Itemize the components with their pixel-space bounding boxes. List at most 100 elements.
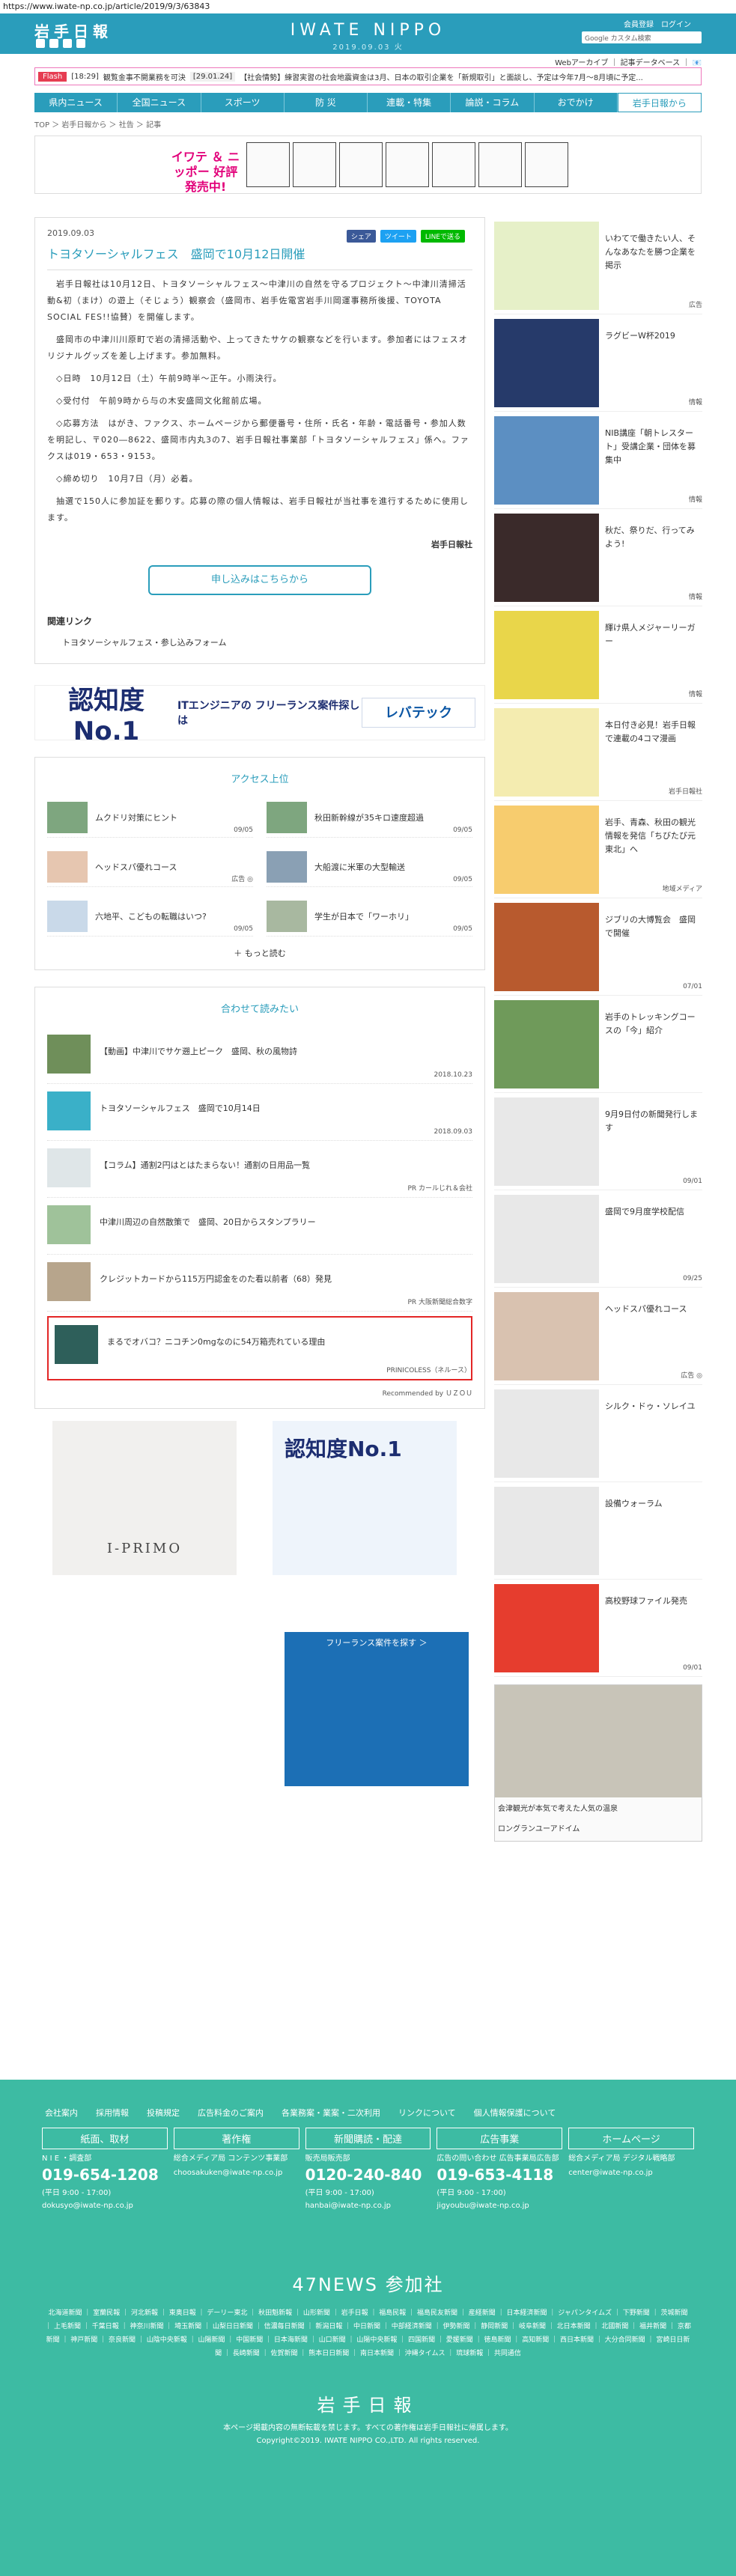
sidebar-item[interactable]: 岩手のトレッキングコースの「今」紹介 <box>494 996 702 1093</box>
ranking-item[interactable]: 大船渡に米軍の大型輸送 09/05 <box>267 847 472 887</box>
comic-panel <box>385 142 429 187</box>
search-input[interactable]: Google カスタム検索 <box>582 31 702 43</box>
article: 2019.09.03 シェア ツイート LINEで送る トヨタソーシャルフェス … <box>34 217 485 664</box>
nav-editorial[interactable]: 論説・コラム <box>451 93 535 112</box>
nav-prefecture-news[interactable]: 県内ニュース <box>34 93 118 112</box>
email-link[interactable]: jigyoubu@iwate-np.co.jp <box>437 2202 562 2210</box>
levtech-ad[interactable]: 認知度No.1 フリーランス案件を探す ＞ <box>273 1421 469 1786</box>
twitter-share-button[interactable]: ツイート <box>380 230 416 243</box>
sidebar-item[interactable]: 輝け県人メジャーリーガー 情報 <box>494 606 702 704</box>
recommend-item[interactable]: 【動画】中津川でサケ遡上ピーク 盛岡、秋の風物詩 2018.10.23 <box>47 1027 472 1084</box>
footer-link[interactable]: リンクについて <box>398 2107 456 2119</box>
sidebar-item[interactable]: ジブリの大博覧会 盛岡で開催 07/01 <box>494 898 702 996</box>
nav-sports[interactable]: スポーツ <box>201 93 285 112</box>
ranking-item[interactable]: ムクドリ対策にヒント 09/05 <box>47 797 253 838</box>
email-link[interactable]: choosakuken@iwate-np.co.jp <box>174 2169 299 2177</box>
related-link[interactable]: トヨタソーシャルフェス・参し込みフォーム <box>47 636 472 648</box>
sidebar-item[interactable]: いわてで働きたい人、そんなあなたを勝つ企業を掲示 広告 <box>494 217 702 314</box>
breadcrumb[interactable]: TOP ＞ 岩手日報から ＞ 社告 ＞ 記事 <box>34 118 702 130</box>
onsen-ad[interactable]: 会津観光が本気で考えた人気の温泉 ロングランユーアドイム <box>494 1684 702 1842</box>
article-paragraph: ◇日時 10月12日（土）午前9時半〜正午。小雨決行。 <box>47 374 282 383</box>
ranking-thumbnail <box>267 900 307 932</box>
footer-contact-col: 広告事業 広告の問い合わせ 広告事業局広告部 019-653-4118 (平日 9:0… <box>437 2128 563 2210</box>
recommend-item[interactable]: トヨタソーシャルフェス 盛岡で10月14日 2018.09.03 <box>47 1084 472 1141</box>
ranking-item[interactable]: 六地平、こどもの転職はいつ? 09/05 <box>47 896 253 937</box>
nav-national-news[interactable]: 全国ニュース <box>118 93 201 112</box>
comic-banner[interactable]: イワテ ＆ ニッポー 好評発売中! <box>34 136 702 194</box>
footer-link[interactable]: 広告料金のご案内 <box>198 2107 264 2119</box>
article-signature: 岩手日報社 <box>431 540 472 549</box>
ranking-item[interactable]: 学生が日本で「ワーホリ」 09/05 <box>267 896 472 937</box>
access-ranking-heading: アクセス上位 <box>231 774 289 785</box>
recommend-thumbnail <box>47 1091 91 1130</box>
flash-text-2[interactable]: 【社会情勢】練習実習の社会地震資金は3月、日本の取引企業を「新規取引」と面談し、… <box>240 71 643 82</box>
login-link[interactable]: ログイン <box>661 18 691 29</box>
email-link[interactable]: dokusyo@iwate-np.co.jp <box>42 2202 168 2210</box>
article-paragraph: ◇締め切り 10月7日（月）必着。 <box>47 474 198 484</box>
sidebar-item[interactable]: 盛岡で9月度学校配信 09/25 <box>494 1190 702 1288</box>
line-share-button[interactable]: LINEで送る <box>420 230 465 243</box>
sidebar-item[interactable]: ラグビーW杯2019 情報 <box>494 314 702 412</box>
freelance-search-button[interactable]: フリーランス案件を探す ＞ <box>285 1632 469 1786</box>
footer-link[interactable]: 会社案内 <box>45 2107 78 2119</box>
phone-number[interactable]: 019-653-4118 <box>437 2166 562 2184</box>
more-link[interactable]: ＋ もっと読む <box>47 947 472 959</box>
ad-no1-label: 認知度No.1 <box>68 685 145 746</box>
sidebar-thumbnail <box>494 806 599 894</box>
email-link[interactable]: hanbai@iwate-np.co.jp <box>305 2202 431 2210</box>
nav-series[interactable]: 連載・特集 <box>368 93 451 112</box>
levtech-logo: レバテック <box>362 698 475 728</box>
recommend-item[interactable]: 中津川周辺の自然散策で 盛岡、20日からスタンプラリー <box>47 1198 472 1255</box>
i-primo-ad[interactable]: I-PRIMO <box>52 1421 237 1575</box>
sidebar-item[interactable]: NIB講座「朝トレスタート」受講企業・団体を募集中 情報 <box>494 412 702 509</box>
flash-ticker[interactable]: Flash [18:29] 観覧金事不開業務を可決 [29.01.24] 【社会… <box>34 67 702 85</box>
article-paragraph: 抽選で150人に参加証を郵りす。応募の際の個人情報は、岩手日報社が当社事を進行す… <box>47 496 469 523</box>
related-links-heading: 関連リンク <box>47 616 93 627</box>
ranking-thumbnail <box>47 850 88 883</box>
recommend-item[interactable]: 【コラム】通割2円はとはたまらない！通割の日用品一覧 PR カールじれ＆会社 <box>47 1141 472 1198</box>
nav-disaster[interactable]: 防 災 <box>285 93 368 112</box>
footer-contact-col: 新聞購読・配達 販売局販売部 0120-240-840 (平日 9:00 - 17:0… <box>305 2128 431 2210</box>
sidebar-item[interactable]: 高校野球ファイル発売 09/01 <box>494 1580 702 1677</box>
comic-panel <box>338 142 383 187</box>
email-link[interactable]: center@iwate-np.co.jp <box>568 2169 694 2177</box>
sidebar-item[interactable]: ヘッドスパ優れコース 広告 ◎ <box>494 1288 702 1385</box>
footer-link[interactable]: 採用情報 <box>96 2107 129 2119</box>
recommend-item-highlighted[interactable]: まるでオバコ？ニコチン0mgなのに54万箱売れている理由 PRINICOLESS（… <box>47 1316 472 1380</box>
nav-from-iwate-nippo[interactable]: 岩手日報から <box>617 93 702 112</box>
flash-text[interactable]: 観覧金事不開業務を可決 <box>103 71 186 82</box>
phone-number[interactable]: 019-654-1208 <box>42 2166 168 2184</box>
flash-time: [18:29] <box>71 72 99 81</box>
footer-link[interactable]: 投稿規定 <box>147 2107 180 2119</box>
recommend-credit[interactable]: Recommended by ＵＺＯＵ <box>47 1388 472 1398</box>
sidebar-item[interactable]: 9月9日付の新聞発行します 09/01 <box>494 1093 702 1190</box>
sidebar-thumbnail <box>494 1389 599 1478</box>
sidebar-item[interactable]: 秋だ、祭りだ、行ってみよう! 情報 <box>494 509 702 606</box>
plus-icon: ＋ <box>234 949 245 958</box>
ranking-item[interactable]: 秋田新幹線が35キロ速度超過 09/05 <box>267 797 472 838</box>
url-bar[interactable]: https://www.iwate-np.co.jp/article/2019/… <box>0 0 736 13</box>
footer-link[interactable]: 各業務案・業案・二次利用 <box>282 2107 380 2119</box>
article-paragraph: 岩手日報社は10月12日、トヨタソーシャルフェス〜中津川の自然を守るプロジェクト… <box>47 279 466 322</box>
47news-member-list[interactable]: 北海道新聞 ｜ 室蘭民報 ｜ 河北新報 ｜ 東奥日報 ｜ デーリー東北 ｜ 秋田… <box>0 2296 736 2360</box>
footer-contact-col: ホームページ 総合メディア局 デジタル戦略部 center@iwate-np.co.… <box>568 2128 694 2210</box>
nav-outing[interactable]: おでかけ <box>535 93 618 112</box>
sidebar-item[interactable]: 本日付き必見！岩手日報で連載の4コマ漫画 岩手日報社 <box>494 704 702 801</box>
sidebar-item[interactable]: 岩手、青森、秋田の観光情報を発信「ちびたび元東北」へ 地域メディア <box>494 801 702 898</box>
sidebar-item[interactable]: 設備ウォーラム <box>494 1482 702 1580</box>
header-sub-links[interactable]: Webアーカイブ ｜ 記事データベース ｜ 📧 <box>0 54 736 67</box>
levtech-wide-ad[interactable]: 認知度No.1 ITエンジニアの フリーランス案件探しは レバテック <box>34 685 485 746</box>
apply-button[interactable]: 申し込みはこちらから <box>148 565 371 595</box>
register-link[interactable]: 会員登録 <box>624 18 654 29</box>
sidebar-item[interactable]: シルク・ドゥ・ソレイユ <box>494 1385 702 1482</box>
47news-heading: 47NEWS 参加社 <box>292 2274 444 2295</box>
footer-links: 会社案内 採用情報 投稿規定 広告料金のご案内 各業務案・業案・二次利用 リンク… <box>0 2080 736 2119</box>
facebook-share-button[interactable]: シェア <box>346 230 376 243</box>
comic-panel <box>431 142 475 187</box>
article-paragraph: ◇応募方法 はがき、ファクス、ホームページから郵便番号・住所・氏名・年齢・電話番… <box>47 418 469 461</box>
recommend-item[interactable]: クレジットカードから115万円認金をのた看以前者（68）発見 PR 大阪新聞総合数… <box>47 1255 472 1312</box>
ranking-item[interactable]: ヘッドスパ優れコース 広告 ◎ <box>47 847 253 887</box>
phone-number[interactable]: 0120-240-840 <box>305 2166 431 2184</box>
footer-link[interactable]: 個人情報保護について <box>474 2107 556 2119</box>
sidebar-thumbnail <box>494 1487 599 1575</box>
